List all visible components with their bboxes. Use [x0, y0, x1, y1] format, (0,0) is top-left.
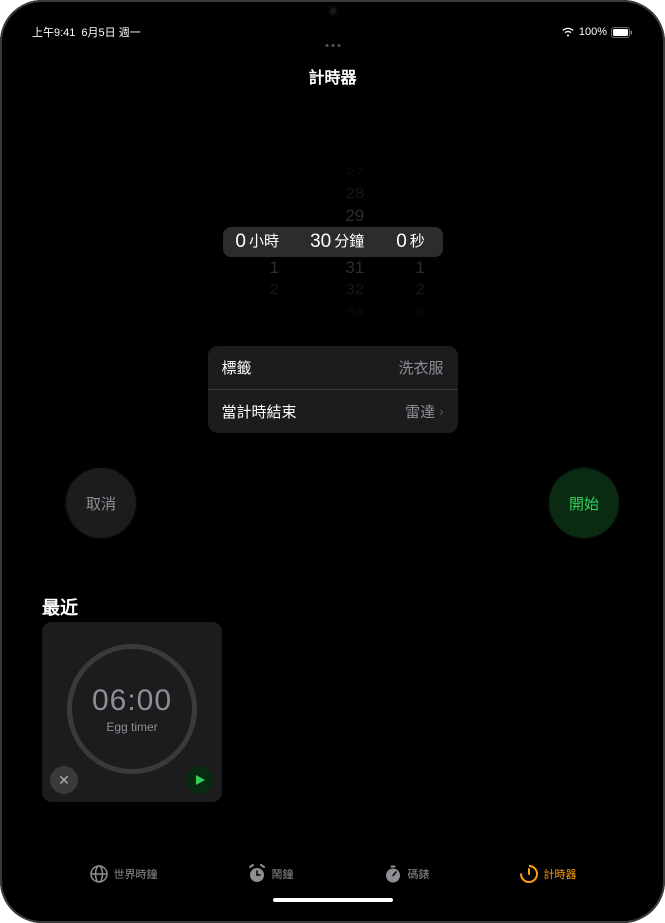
recent-timer-label: Egg timer	[106, 720, 157, 734]
when-ends-title: 當計時結束	[222, 401, 297, 422]
duration-picker[interactable]: 0 小時 1 2 27 28 29 30	[223, 172, 443, 312]
cancel-button[interactable]: 取消	[66, 468, 136, 538]
close-icon: ✕	[58, 772, 70, 789]
wifi-icon	[561, 27, 575, 37]
timer-icon	[519, 864, 539, 884]
timer-ring: 06:00 Egg timer	[67, 644, 197, 774]
stopwatch-icon	[383, 864, 403, 884]
label-title: 標籤	[222, 357, 252, 378]
recent-timer-card[interactable]: 06:00 Egg timer ✕	[42, 622, 222, 802]
start-button[interactable]: 開始	[549, 468, 619, 538]
picker-hours[interactable]: 0 小時 1 2	[223, 161, 296, 323]
status-date: 6月5日 週一	[81, 24, 140, 40]
tab-alarm[interactable]: 鬧鐘	[247, 864, 294, 884]
label-value: 洗衣服	[398, 357, 443, 378]
when-ends-value: 雷達	[405, 401, 435, 422]
home-indicator[interactable]	[273, 898, 393, 902]
battery-percent: 100%	[579, 26, 607, 38]
recent-header: 最近	[42, 594, 78, 620]
play-icon	[194, 774, 206, 786]
status-time: 上午9:41	[32, 24, 75, 40]
when-ends-row[interactable]: 當計時結束 雷達 ›	[208, 390, 458, 433]
delete-recent-button[interactable]: ✕	[50, 766, 78, 794]
timer-settings: 標籤 洗衣服 當計時結束 雷達 ›	[208, 346, 458, 433]
tab-timer[interactable]: 計時器	[519, 864, 577, 884]
recent-timer-time: 06:00	[92, 684, 172, 718]
chevron-right-icon: ›	[439, 404, 443, 419]
alarm-icon	[247, 864, 267, 884]
tab-stopwatch[interactable]: 碼錶	[383, 864, 430, 884]
tab-world-clock[interactable]: 世界時鐘	[89, 864, 158, 884]
status-bar: 上午9:41 6月5日 週一 100%	[18, 18, 647, 42]
picker-minutes[interactable]: 27 28 29 30 分鐘 31 32 33	[296, 161, 383, 323]
tab-bar: 世界時鐘 鬧鐘 碼錶 計時器	[18, 849, 647, 899]
picker-seconds[interactable]: 0 秒 1 2 3	[383, 161, 443, 323]
page-title: 計時器	[18, 64, 647, 88]
globe-icon	[89, 864, 109, 884]
play-recent-button[interactable]	[186, 766, 214, 794]
battery-icon	[611, 27, 633, 38]
label-row[interactable]: 標籤 洗衣服	[208, 346, 458, 390]
